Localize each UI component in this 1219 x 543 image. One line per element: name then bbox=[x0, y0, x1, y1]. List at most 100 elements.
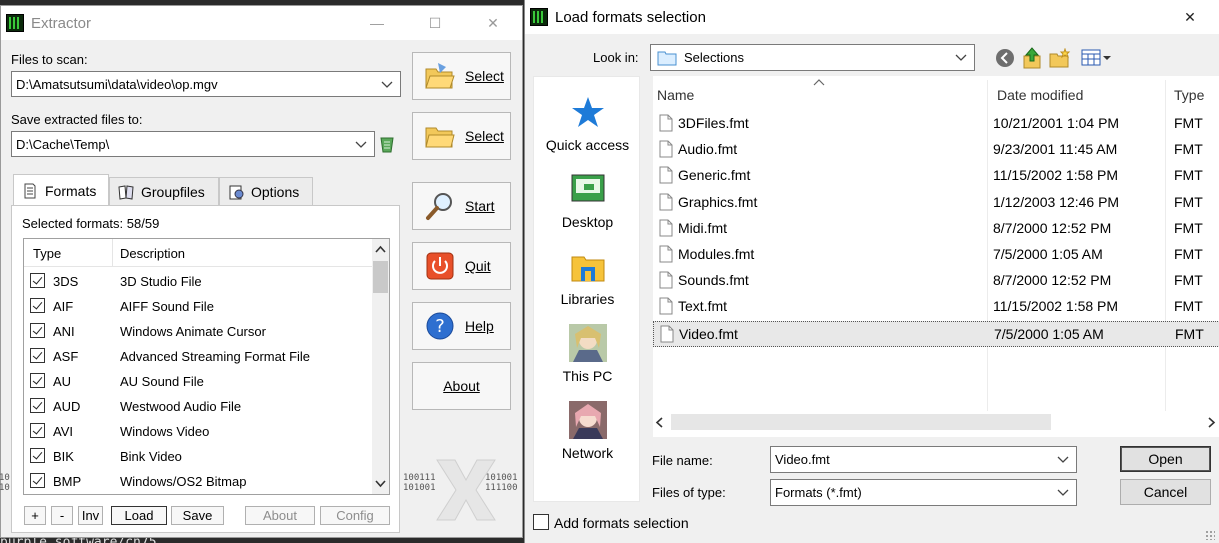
look-in-combo[interactable]: Selections bbox=[650, 44, 975, 71]
format-row[interactable]: BIK Bink Video bbox=[24, 444, 374, 469]
format-row[interactable]: AUD Westwood Audio File bbox=[24, 394, 374, 419]
format-row[interactable]: 3DS 3D Studio File bbox=[24, 269, 374, 294]
file-name: Midi.fmt bbox=[678, 219, 727, 236]
file-date: 8/7/2000 12:52 PM bbox=[993, 219, 1112, 236]
invert-selection-button[interactable]: Inv bbox=[78, 506, 103, 525]
column-description[interactable]: Description bbox=[120, 246, 185, 261]
file-name: Generic.fmt bbox=[678, 167, 751, 184]
maximize-button[interactable]: ☐ bbox=[406, 6, 464, 40]
file-list-hscrollbar[interactable] bbox=[653, 411, 1219, 433]
format-checkbox[interactable] bbox=[30, 473, 45, 488]
chevron-down-icon[interactable] bbox=[375, 480, 386, 488]
file-name: 3DFiles.fmt bbox=[678, 115, 749, 131]
format-config-button[interactable]: Config bbox=[320, 506, 390, 525]
file-date: 8/7/2000 12:52 PM bbox=[993, 272, 1112, 289]
file-name-combo[interactable]: Video.fmt bbox=[770, 446, 1077, 473]
save-to-combo[interactable]: D:\Cache\Temp\ bbox=[11, 131, 375, 157]
select-save-button[interactable]: Select bbox=[412, 112, 511, 160]
tab-options[interactable]: Options bbox=[219, 177, 313, 205]
help-button[interactable]: ? Help bbox=[412, 302, 511, 350]
formats-panel: Selected formats: 58/59 Type Description… bbox=[11, 205, 400, 533]
start-button[interactable]: Start bbox=[412, 182, 511, 230]
file-row[interactable]: Text.fmt 11/15/2002 1:58 PM FMT bbox=[653, 294, 1219, 320]
column-type[interactable]: Type bbox=[33, 246, 61, 261]
select-scan-button[interactable]: Select bbox=[412, 52, 511, 100]
format-description: Windows Video bbox=[120, 424, 210, 439]
place-this-pc[interactable]: This PC bbox=[534, 324, 641, 384]
format-description: AIFF Sound File bbox=[120, 299, 214, 314]
save-selection-button[interactable]: Save bbox=[171, 506, 224, 525]
file-row[interactable]: Generic.fmt 11/15/2002 1:58 PM FMT bbox=[653, 163, 1219, 189]
add-format-button[interactable]: + bbox=[24, 506, 46, 525]
formats-scrollbar[interactable] bbox=[372, 239, 389, 494]
places-bar: Quick access Desktop Libraries This PC N… bbox=[533, 76, 640, 502]
chevron-left-icon[interactable] bbox=[655, 417, 663, 428]
format-checkbox[interactable] bbox=[30, 273, 45, 288]
minimize-button[interactable]: — bbox=[348, 6, 406, 40]
place-libraries[interactable]: Libraries bbox=[534, 247, 641, 307]
format-row[interactable]: ANI Windows Animate Cursor bbox=[24, 319, 374, 344]
dialog-close-button[interactable]: ✕ bbox=[1161, 0, 1219, 34]
place-quick-access[interactable]: Quick access bbox=[534, 93, 641, 153]
place-desktop[interactable]: Desktop bbox=[534, 170, 641, 230]
chevron-up-icon[interactable] bbox=[375, 245, 386, 253]
chevron-right-icon[interactable] bbox=[1208, 417, 1216, 428]
cancel-button[interactable]: Cancel bbox=[1120, 479, 1211, 505]
add-selection-checkbox[interactable] bbox=[533, 514, 549, 530]
column-date-modified[interactable]: Date modified bbox=[997, 87, 1083, 103]
file-date: 11/15/2002 1:58 PM bbox=[993, 298, 1119, 315]
document-icon bbox=[24, 183, 36, 198]
format-row[interactable]: AVI Windows Video bbox=[24, 419, 374, 444]
close-button[interactable]: ✕ bbox=[464, 6, 522, 40]
format-checkbox[interactable] bbox=[30, 348, 45, 363]
files-to-scan-combo[interactable]: D:\Amatsutsumi\data\video\op.mgv bbox=[11, 71, 401, 97]
file-row[interactable]: Sounds.fmt 8/7/2000 12:52 PM FMT bbox=[653, 268, 1219, 294]
load-selection-button[interactable]: Load bbox=[111, 506, 167, 525]
place-network[interactable]: Network bbox=[534, 401, 641, 461]
file-row[interactable]: Graphics.fmt 1/12/2003 12:46 PM FMT bbox=[653, 190, 1219, 216]
format-type: AIF bbox=[53, 299, 74, 314]
format-checkbox[interactable] bbox=[30, 298, 45, 313]
remove-format-button[interactable]: - bbox=[51, 506, 73, 525]
hscrollbar-thumb[interactable] bbox=[671, 414, 1051, 430]
resize-grip-icon[interactable] bbox=[1205, 530, 1215, 540]
format-row[interactable]: AIF AIFF Sound File bbox=[24, 294, 374, 319]
file-name: Audio.fmt bbox=[678, 141, 738, 158]
up-folder-icon[interactable] bbox=[1022, 47, 1042, 69]
format-checkbox[interactable] bbox=[30, 423, 45, 438]
column-type[interactable]: Type bbox=[1174, 87, 1204, 103]
format-type: BIK bbox=[53, 449, 74, 464]
file-row[interactable]: 3DFiles.fmt 10/21/2001 1:04 PM FMT bbox=[653, 111, 1219, 137]
file-row[interactable]: Modules.fmt 7/5/2000 1:05 AM FMT bbox=[653, 242, 1219, 268]
recycle-icon[interactable] bbox=[378, 134, 396, 154]
about-button[interactable]: About bbox=[412, 362, 511, 410]
back-icon[interactable] bbox=[995, 48, 1015, 68]
open-button[interactable]: Open bbox=[1120, 446, 1211, 472]
format-description: Windows Animate Cursor bbox=[120, 324, 266, 339]
scrollbar-thumb[interactable] bbox=[373, 261, 388, 293]
tab-groupfiles[interactable]: Groupfiles bbox=[109, 177, 219, 205]
tab-formats[interactable]: Formats bbox=[13, 174, 109, 206]
view-menu-icon[interactable] bbox=[1081, 49, 1113, 67]
look-in-value: Selections bbox=[684, 50, 744, 65]
format-row[interactable]: ASF Advanced Streaming Format File bbox=[24, 344, 374, 369]
file-row[interactable]: Video.fmt 7/5/2000 1:05 AM FMT bbox=[653, 320, 1219, 347]
format-checkbox[interactable] bbox=[30, 398, 45, 413]
chevron-down-icon bbox=[355, 141, 367, 148]
format-about-button[interactable]: About bbox=[245, 506, 315, 525]
files-of-type-combo[interactable]: Formats (*.fmt) bbox=[770, 479, 1077, 506]
format-checkbox[interactable] bbox=[30, 448, 45, 463]
new-folder-icon[interactable] bbox=[1049, 48, 1071, 68]
file-row[interactable]: Midi.fmt 8/7/2000 12:52 PM FMT bbox=[653, 216, 1219, 242]
format-row[interactable]: BMP Windows/OS2 Bitmap bbox=[24, 469, 374, 494]
file-row[interactable]: Audio.fmt 9/23/2001 11:45 AM FMT bbox=[653, 137, 1219, 163]
format-row[interactable]: AU AU Sound File bbox=[24, 369, 374, 394]
select-save-label: Select bbox=[465, 128, 504, 144]
format-checkbox[interactable] bbox=[30, 323, 45, 338]
file-name: Sounds.fmt bbox=[678, 272, 749, 289]
column-name[interactable]: Name bbox=[657, 87, 694, 103]
quit-button[interactable]: Quit bbox=[412, 242, 511, 290]
format-checkbox[interactable] bbox=[30, 373, 45, 388]
app-icon bbox=[6, 14, 24, 32]
file-list: Name Date modified Type 3DFiles.fmt 10/21… bbox=[653, 76, 1219, 437]
